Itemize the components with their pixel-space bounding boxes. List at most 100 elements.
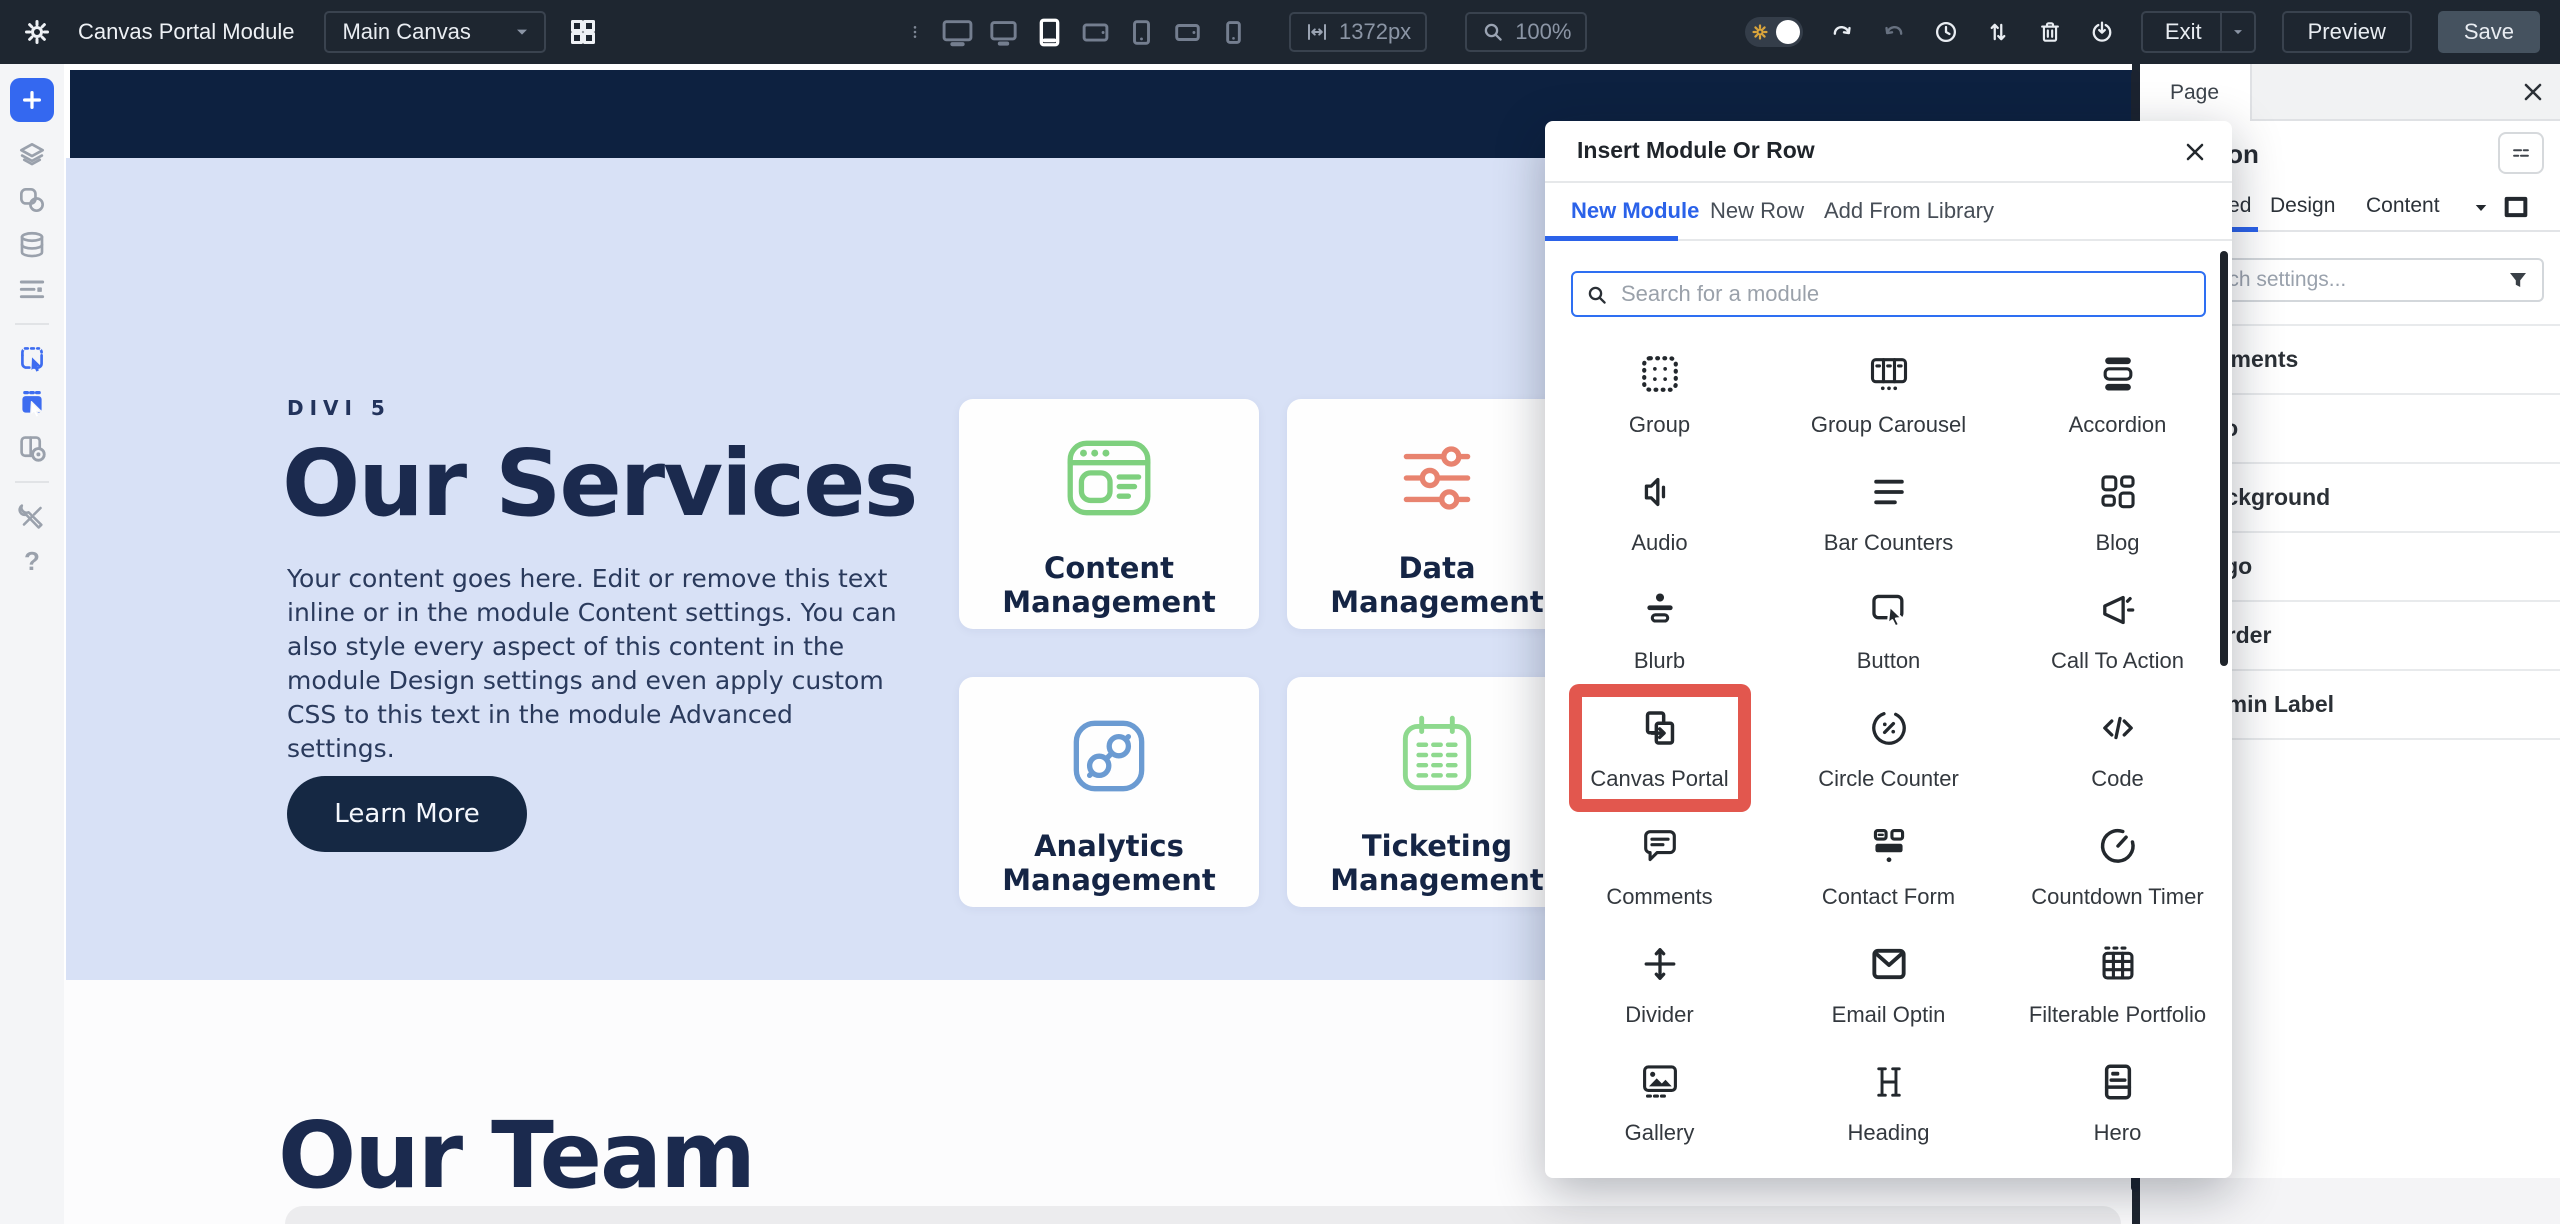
- module-item-filterable-portfolio[interactable]: Filterable Portfolio: [2003, 906, 2232, 1024]
- filterable-portfolio-icon: [2096, 942, 2140, 986]
- insert-module-outline-icon[interactable]: [16, 342, 48, 374]
- settings-tab-content[interactable]: Content: [2366, 184, 2440, 228]
- module-item-gallery[interactable]: Gallery: [1545, 1024, 1774, 1142]
- button-icon: [1867, 588, 1911, 632]
- tools-wrench-icon[interactable]: [16, 500, 48, 532]
- call-to-action-icon: [2096, 588, 2140, 632]
- module-item-countdown-timer[interactable]: Countdown Timer: [2003, 788, 2232, 906]
- module-item-call-to-action[interactable]: Call To Action: [2003, 552, 2232, 670]
- portability-icon[interactable]: [2089, 19, 2115, 45]
- module-item-blurb[interactable]: Blurb: [1545, 552, 1774, 670]
- team-heading[interactable]: Our Team: [278, 1102, 754, 1209]
- layers-icon[interactable]: [16, 139, 48, 171]
- canvas-width-field[interactable]: 1372px: [1289, 12, 1427, 52]
- module-item-heading[interactable]: Heading: [1774, 1024, 2003, 1142]
- module-label: Hero: [2094, 1120, 2142, 1146]
- grid-eye-icon[interactable]: [16, 432, 48, 464]
- trash-icon[interactable]: [2037, 19, 2063, 45]
- layout-grid-icon[interactable]: [568, 17, 598, 47]
- exit-chevron-icon[interactable]: [2220, 11, 2254, 53]
- blog-icon: [2096, 470, 2140, 514]
- module-item-contact-form[interactable]: Contact Form: [1774, 788, 2003, 906]
- module-item-button[interactable]: Button: [1774, 552, 2003, 670]
- module-item-comments[interactable]: Comments: [1545, 788, 1774, 906]
- modal-tab-new-row[interactable]: New Row: [1710, 183, 1804, 239]
- design-shapes-icon[interactable]: [16, 184, 48, 216]
- toggle-gear-icon: [1751, 23, 1769, 41]
- list-settings-icon[interactable]: [16, 274, 48, 306]
- redo-icon[interactable]: [1881, 19, 1907, 45]
- module-item-code[interactable]: Code: [2003, 670, 2232, 788]
- device-desktop-large-icon[interactable]: [940, 15, 975, 50]
- database-icon[interactable]: [16, 229, 48, 261]
- device-phone-icon[interactable]: [1124, 15, 1159, 50]
- code-icon: [2096, 706, 2140, 750]
- hero-eyebrow: DIVI 5: [287, 396, 391, 420]
- hero-body-text[interactable]: Your content goes here. Edit or remove t…: [287, 562, 907, 766]
- module-item-hero[interactable]: Hero: [2003, 1024, 2232, 1142]
- module-item-email-optin[interactable]: Email Optin: [1774, 906, 2003, 1024]
- browser-icon: [1060, 429, 1158, 527]
- service-card-analytics-management[interactable]: Analytics Management: [959, 677, 1259, 907]
- device-desktop-icon[interactable]: [986, 15, 1021, 50]
- exit-button[interactable]: Exit: [2141, 11, 2256, 53]
- module-item-audio[interactable]: Audio: [1545, 434, 1774, 552]
- help-icon[interactable]: ?: [16, 545, 48, 577]
- service-card-ticketing-management[interactable]: Ticketing Management: [1287, 677, 1587, 907]
- insert-module-filled-icon[interactable]: [16, 387, 48, 419]
- history-clock-icon[interactable]: [1933, 19, 1959, 45]
- sidebar-divider: [15, 481, 49, 483]
- modal-scrollbar[interactable]: [2220, 251, 2228, 666]
- add-plus-icon[interactable]: [10, 78, 54, 122]
- builder-left-sidebar: ?: [0, 64, 64, 1224]
- learn-more-button[interactable]: Learn More: [287, 776, 527, 852]
- module-item-accordion[interactable]: Accordion: [2003, 316, 2232, 434]
- builder-toolbar: Canvas Portal Module Main Canvas 1372px …: [0, 0, 2560, 64]
- module-item-bar-counters[interactable]: Bar Counters: [1774, 434, 2003, 552]
- module-item-canvas-portal[interactable]: Canvas Portal: [1545, 670, 1774, 788]
- hero-heading[interactable]: Our Services: [282, 430, 916, 537]
- preview-button[interactable]: Preview: [2282, 11, 2412, 53]
- undo-icon[interactable]: [1829, 19, 1855, 45]
- module-grid: GroupGroup CarouselAccordion AudioBar Cou…: [1545, 316, 2232, 1142]
- panel-tabstrip: Page: [2140, 64, 2560, 121]
- audio-icon: [1638, 470, 1682, 514]
- device-tablet-landscape-icon[interactable]: [1078, 15, 1113, 50]
- filter-funnel-icon[interactable]: [2506, 268, 2530, 292]
- tabs-caret-icon[interactable]: [2472, 199, 2490, 217]
- module-item-circle-counter[interactable]: Circle Counter: [1774, 670, 2003, 788]
- divider-icon: [1638, 942, 1682, 986]
- builder-mode-toggle[interactable]: [1745, 17, 1803, 47]
- modal-tab-add-from-library[interactable]: Add From Library: [1824, 183, 1994, 239]
- zoom-field[interactable]: 100%: [1465, 12, 1587, 52]
- device-phone-small-icon[interactable]: [1216, 15, 1251, 50]
- sort-arrows-icon[interactable]: [1985, 19, 2011, 45]
- service-card-data-management[interactable]: Data Management: [1287, 399, 1587, 629]
- more-options-kebab-icon[interactable]: [908, 18, 922, 46]
- modal-tabs: New ModuleNew Row Add From Library: [1545, 183, 2232, 241]
- service-card-content-management[interactable]: Content Management: [959, 399, 1259, 629]
- panel-close-icon[interactable]: [2520, 79, 2546, 105]
- module-item-group[interactable]: Group: [1545, 316, 1774, 434]
- frame-square-icon[interactable]: [2500, 193, 2532, 221]
- modal-tab-new-module[interactable]: New Module: [1571, 183, 1699, 239]
- builder-gear-icon[interactable]: [22, 17, 52, 47]
- panel-bottom-area: [2140, 1178, 2560, 1224]
- module-item-blog[interactable]: Blog: [2003, 434, 2232, 552]
- module-item-divider[interactable]: Divider: [1545, 906, 1774, 1024]
- zoom-magnifier-icon: [1481, 20, 1505, 44]
- canvas-selector-dropdown[interactable]: Main Canvas: [324, 11, 546, 53]
- service-card-label: Analytics Management: [999, 829, 1219, 897]
- settings-tab-design[interactable]: Design: [2270, 184, 2335, 228]
- comments-icon: [1638, 824, 1682, 868]
- presets-icon[interactable]: [2498, 132, 2544, 174]
- exit-label: Exit: [2143, 19, 2220, 45]
- device-phone-landscape-icon[interactable]: [1170, 15, 1205, 50]
- module-item-group-carousel[interactable]: Group Carousel: [1774, 316, 2003, 434]
- save-button[interactable]: Save: [2438, 11, 2540, 53]
- modal-close-icon[interactable]: [2182, 139, 2208, 165]
- device-tablet-icon[interactable]: [1032, 15, 1067, 50]
- panel-tab-page[interactable]: Page: [2140, 64, 2252, 121]
- module-search: [1571, 271, 2206, 317]
- module-search-input[interactable]: [1573, 273, 2204, 315]
